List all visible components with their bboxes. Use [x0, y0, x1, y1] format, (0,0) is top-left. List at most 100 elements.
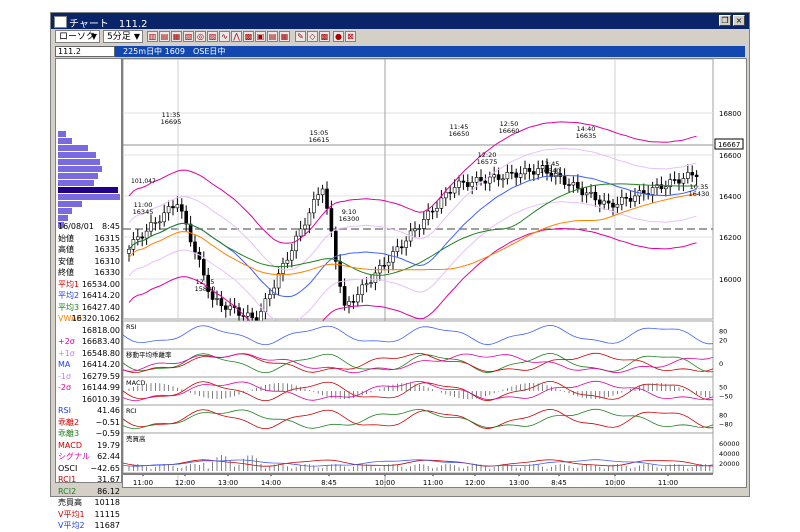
pen-icon[interactable]: ✎: [295, 31, 306, 42]
chart-type-value: ローソク: [59, 32, 96, 42]
zoom-icon[interactable]: ◎: [195, 31, 206, 42]
draw-tool-icon[interactable]: ▤: [267, 31, 278, 42]
candle-body: [690, 172, 695, 176]
candle-body: [325, 188, 329, 209]
info-row: 乖離2 −0.51: [56, 417, 122, 429]
candle-body: [633, 195, 637, 202]
symbol-bar: 111.2 225m日中 1609 OSE日中: [55, 46, 745, 57]
candle-body: [276, 273, 281, 289]
candle-body: [347, 301, 351, 306]
candle-body: [149, 222, 153, 232]
candle-body: [364, 283, 369, 286]
info-row: 安値 16310: [56, 256, 122, 268]
candle-body: [298, 228, 303, 237]
info-row-value: −42.65: [90, 463, 120, 473]
candle-body: [681, 178, 686, 184]
candle-body: [435, 208, 439, 212]
time-tick-label: 11:00: [423, 479, 443, 487]
candle-body: [514, 172, 519, 178]
info-row-label: RCI2: [58, 486, 77, 496]
panel-tick-label: 80: [719, 411, 727, 419]
candle-tool-icon[interactable]: ▥: [147, 31, 158, 42]
bar-tool-icon[interactable]: ▦: [171, 31, 182, 42]
profile-bar: [58, 159, 100, 165]
toolbar: ローソク ▼ 5分足 ▼ ▥ ▤ ▦ ▧ ◎ ▨ ∿ ⋀ ▩ ▣ ▤ ▦ ✎ ◇…: [51, 29, 749, 46]
candle-body: [593, 191, 598, 201]
info-row-label: -1σ: [58, 371, 72, 381]
candle-body: [426, 210, 431, 220]
candle-body: [663, 186, 668, 190]
candle-body: [294, 235, 298, 252]
candle-body: [157, 221, 162, 224]
info-row-value: 16310: [94, 256, 120, 266]
price-tick-label: 16400: [719, 193, 741, 201]
panel-tick-label: 60000: [719, 440, 740, 448]
candle-body: [650, 187, 655, 195]
candle-body: [413, 228, 417, 232]
candle-body: [611, 202, 615, 208]
profile-bar: [58, 152, 96, 158]
candle-body: [615, 204, 620, 208]
candle-body: [395, 246, 400, 252]
candle-body: [496, 174, 501, 180]
info-row: -2σ 16144.99: [56, 382, 122, 394]
profile-bar: [58, 173, 98, 179]
info-row-value: 16330: [94, 268, 120, 277]
info-row-label: 平均1: [58, 279, 80, 289]
palette-icon[interactable]: ▩: [319, 31, 330, 42]
panel-title: 売買高: [126, 434, 146, 443]
candle-body: [580, 187, 585, 196]
left-panel: 16/08/01 8:45 始値 16315 高値 16335 安値 16310 終値 163…: [55, 58, 122, 530]
settings-icon[interactable]: ⊠: [345, 31, 356, 42]
candle-body: [448, 191, 453, 194]
candle-body: [562, 176, 567, 185]
compare-tool-icon[interactable]: ▩: [243, 31, 254, 42]
annotation-price: 16635: [576, 132, 597, 140]
panel-title: RCI: [126, 407, 137, 415]
profile-bar: [58, 166, 102, 172]
chart-type-dropdown[interactable]: ローソク ▼: [55, 30, 100, 43]
interval-dropdown[interactable]: 5分足 ▼: [103, 30, 143, 43]
time-tick-label: 10:00: [605, 479, 625, 487]
split-tool-icon[interactable]: ▣: [255, 31, 266, 42]
chart-canvas[interactable]: 16800166001640016200160001666711:3516695…: [122, 58, 746, 487]
candle-body: [320, 188, 325, 196]
search-icon[interactable]: ●: [333, 31, 344, 42]
info-row-label: -2σ: [58, 383, 72, 392]
grid-tool-icon[interactable]: ▧: [183, 31, 194, 42]
time-tick-label: 8:45: [321, 479, 337, 487]
candle-body: [624, 197, 629, 199]
info-rows: 始値 16315 高値 16335 安値 16310 終値 16330 平均1 16534.00 平…: [56, 233, 122, 532]
symbol-input[interactable]: 111.2: [55, 46, 115, 57]
candle-body: [307, 212, 312, 226]
annotation-price: 16660: [499, 127, 520, 135]
window-title: チャート 111.2: [69, 19, 148, 30]
candle-body: [193, 241, 197, 253]
candle-body: [606, 200, 611, 204]
candle-body: [479, 177, 483, 182]
info-row-value: 16144.99: [81, 383, 120, 392]
chart-area[interactable]: 16800 16600 16400 16200 16000 16667 11:35 16695…: [122, 58, 747, 488]
candle-body: [127, 249, 131, 254]
close-button[interactable]: ×: [733, 15, 745, 26]
peak-tool-icon[interactable]: ⋀: [231, 31, 242, 42]
annotation-price: 16615: [309, 136, 330, 144]
annotation-price: 16540: [540, 167, 561, 175]
candle-body: [140, 236, 145, 239]
line-tool-icon[interactable]: ▤: [159, 31, 170, 42]
info-row: 16010.39: [56, 394, 122, 406]
candle-body: [474, 177, 479, 183]
panel-tick-label: 20000: [719, 460, 740, 468]
eraser-icon[interactable]: ◇: [307, 31, 318, 42]
info-row-label: シグナル: [58, 452, 90, 461]
candle-body: [501, 178, 505, 181]
candle-body: [373, 272, 378, 283]
candle-body: [360, 284, 364, 295]
scale-tool-icon[interactable]: ▨: [207, 31, 218, 42]
info-row-value: 16818.00: [81, 325, 120, 335]
restore-button[interactable]: ❐: [719, 15, 731, 26]
print-icon[interactable]: ▦: [279, 31, 290, 42]
wave-tool-icon[interactable]: ∿: [219, 31, 230, 42]
info-row-value: 16427.40: [81, 302, 120, 312]
chevron-down-icon: ▼: [133, 32, 140, 41]
